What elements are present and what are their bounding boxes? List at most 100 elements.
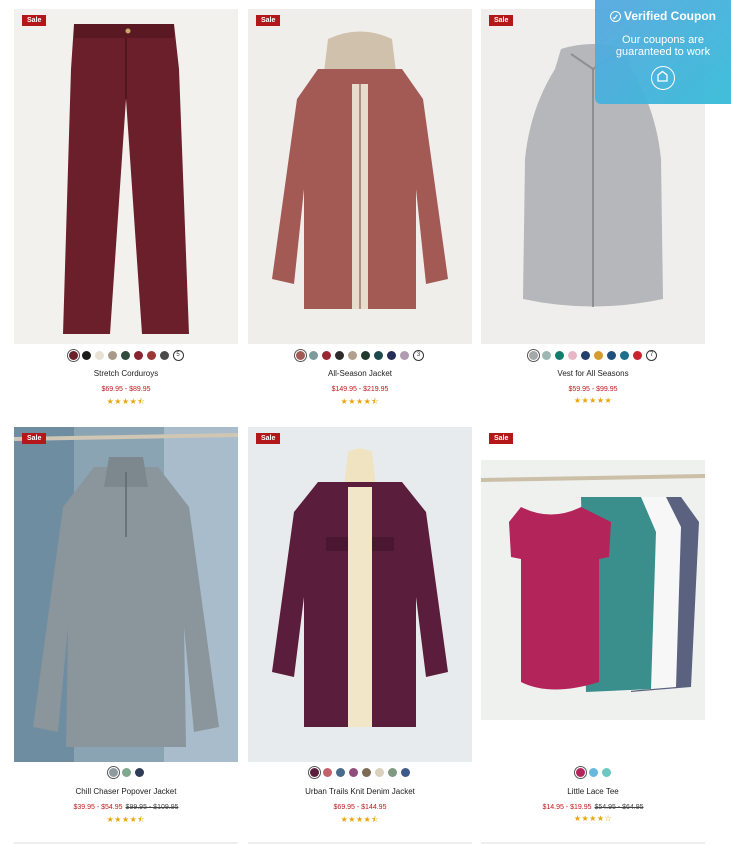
color-swatch[interactable] xyxy=(309,351,318,360)
more-colors-icon[interactable]: 7 xyxy=(646,350,657,361)
color-swatch[interactable] xyxy=(120,351,130,360)
more-colors-icon[interactable]: 3 xyxy=(413,350,424,361)
color-swatch[interactable] xyxy=(601,768,611,777)
product-name[interactable]: Little Lace Tee xyxy=(481,787,705,796)
coupon-title: ✓ Verified Coupon xyxy=(595,9,731,23)
product-image[interactable] xyxy=(14,9,238,344)
product-name[interactable]: Stretch Corduroys xyxy=(14,369,238,378)
product-name[interactable]: Vest for All Seasons xyxy=(481,369,705,378)
color-swatch[interactable] xyxy=(349,768,358,777)
color-swatch[interactable] xyxy=(588,768,598,777)
color-swatch[interactable] xyxy=(134,768,144,777)
sale-badge: Sale xyxy=(22,15,47,26)
check-circle-icon: ✓ xyxy=(609,11,621,23)
color-swatch[interactable] xyxy=(310,768,319,777)
coupon-subtitle-line: guaranteed to work xyxy=(615,46,711,58)
coupon-subtitle-line: Our coupons are xyxy=(622,34,704,46)
sale-price: $59.95 - $99.95 xyxy=(568,386,618,393)
rating-stars: ★★★★⯪ xyxy=(106,815,146,824)
product-price: $149.95 - $219.95 xyxy=(248,386,472,393)
divider xyxy=(481,842,705,844)
color-swatch[interactable] xyxy=(375,768,384,777)
product-name[interactable]: Chill Chaser Popover Jacket xyxy=(14,787,238,796)
color-swatch[interactable] xyxy=(81,351,91,360)
sale-price: $69.95 - $89.95 xyxy=(101,386,151,393)
product-name[interactable]: All-Season Jacket xyxy=(248,369,472,378)
sale-badge: Sale xyxy=(489,433,514,444)
product-price: $69.95 - $144.95 xyxy=(248,804,472,811)
color-swatch[interactable] xyxy=(335,351,344,360)
sale-badge: Sale xyxy=(22,433,47,444)
color-swatches xyxy=(248,768,472,777)
color-swatch[interactable] xyxy=(94,351,104,360)
tag-icon xyxy=(657,70,668,82)
color-swatch[interactable] xyxy=(555,351,564,360)
color-swatches: 7 xyxy=(481,350,705,361)
divider xyxy=(248,842,472,844)
color-swatches xyxy=(481,768,705,777)
color-swatch[interactable] xyxy=(323,768,332,777)
more-colors-icon[interactable]: 5 xyxy=(172,350,184,361)
denim-jacket-illustration xyxy=(248,427,472,762)
color-swatch[interactable] xyxy=(568,351,577,360)
color-swatch[interactable] xyxy=(401,768,410,777)
sale-price: $69.95 - $144.95 xyxy=(333,804,387,811)
product-name[interactable]: Urban Trails Knit Denim Jacket xyxy=(248,787,472,796)
color-swatch[interactable] xyxy=(336,768,345,777)
color-swatch[interactable] xyxy=(575,768,585,777)
color-swatch[interactable] xyxy=(581,351,590,360)
rating-stars: ★★★★⯪ xyxy=(340,815,380,824)
product-image[interactable] xyxy=(14,427,238,762)
color-swatch[interactable] xyxy=(322,351,331,360)
color-swatch[interactable] xyxy=(348,351,357,360)
sale-price: $39.95 - $54.95 xyxy=(73,804,123,811)
sale-price: $14.95 - $19.95 xyxy=(542,804,592,811)
sale-badge: Sale xyxy=(256,433,281,444)
jacket-illustration xyxy=(248,9,472,344)
coupon-subtitle: Our coupons are guaranteed to work xyxy=(595,34,731,58)
lace-tee-illustration xyxy=(481,427,705,762)
coupon-title-text: Verified Coupon xyxy=(623,9,716,23)
verified-coupon-popup[interactable]: ✓ Verified Coupon Our coupons are guarant… xyxy=(595,0,731,104)
product-price: $59.95 - $99.95 xyxy=(481,386,705,393)
popover-jacket-illustration xyxy=(14,427,238,762)
product-image[interactable] xyxy=(481,427,705,762)
color-swatches: 5 xyxy=(14,350,238,361)
color-swatch[interactable] xyxy=(159,351,169,360)
color-swatch[interactable] xyxy=(529,351,538,360)
color-swatch[interactable] xyxy=(542,351,551,360)
original-price: $54.95 - $64.95 xyxy=(594,804,644,811)
color-swatch[interactable] xyxy=(374,351,383,360)
color-swatch[interactable] xyxy=(121,768,131,777)
color-swatch[interactable] xyxy=(594,351,603,360)
color-swatch[interactable] xyxy=(607,351,616,360)
color-swatch[interactable] xyxy=(133,351,143,360)
corduroy-pants-illustration xyxy=(14,9,238,344)
color-swatch[interactable] xyxy=(387,351,396,360)
coupon-tag-icon[interactable] xyxy=(651,66,675,90)
product-price: $69.95 - $89.95 xyxy=(14,386,238,393)
sale-badge: Sale xyxy=(489,15,514,26)
color-swatch[interactable] xyxy=(146,351,156,360)
color-swatch[interactable] xyxy=(633,351,642,360)
product-image[interactable] xyxy=(248,427,472,762)
color-swatch[interactable] xyxy=(400,351,409,360)
divider xyxy=(14,842,238,844)
product-image[interactable] xyxy=(248,9,472,344)
product-price: $39.95 - $54.95 $99.95 - $109.95 xyxy=(14,804,238,811)
color-swatch[interactable] xyxy=(296,351,305,360)
color-swatch[interactable] xyxy=(362,768,371,777)
original-price: $99.95 - $109.95 xyxy=(125,804,179,811)
rating-stars: ★★★★⯪ xyxy=(106,397,146,406)
product-grid: Sale 5 Stretch Corduroys $69.95 - $89.95… xyxy=(0,0,731,845)
sale-badge: Sale xyxy=(256,15,281,26)
color-swatch[interactable] xyxy=(68,351,78,360)
color-swatch[interactable] xyxy=(388,768,397,777)
sale-price: $149.95 - $219.95 xyxy=(331,386,389,393)
rating-stars: ★★★★⯪ xyxy=(340,397,380,406)
color-swatch[interactable] xyxy=(108,768,118,777)
rating-stars: ★★★★☆ xyxy=(573,814,613,823)
color-swatch[interactable] xyxy=(107,351,117,360)
color-swatch[interactable] xyxy=(361,351,370,360)
color-swatch[interactable] xyxy=(620,351,629,360)
